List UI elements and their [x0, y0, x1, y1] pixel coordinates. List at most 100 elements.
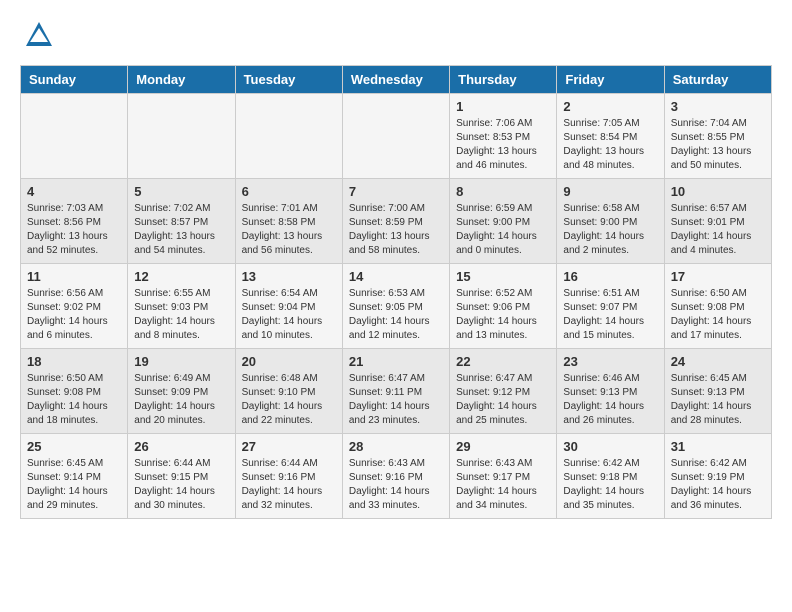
calendar-cell: 20 Sunrise: 6:48 AMSunset: 9:10 PMDayligh… — [235, 349, 342, 434]
calendar-cell: 30 Sunrise: 6:42 AMSunset: 9:18 PMDayligh… — [557, 434, 664, 519]
day-number: 27 — [242, 439, 336, 454]
day-details: Sunrise: 6:42 AMSunset: 9:18 PMDaylight:… — [563, 457, 657, 513]
day-number: 14 — [349, 269, 443, 284]
calendar-cell: 21 Sunrise: 6:47 AMSunset: 9:11 PMDayligh… — [342, 349, 449, 434]
calendar-cell: 13Sunrise: 6:54 AMSunset: 9:04 PMDayligh… — [235, 264, 342, 349]
calendar-cell — [128, 94, 235, 179]
day-details: Sunrise: 6:43 AMSunset: 9:17 PMDaylight:… — [456, 457, 550, 513]
day-details: Sunrise: 6:54 AMSunset: 9:04 PMDaylight:… — [242, 287, 336, 343]
day-details: Sunrise: 6:50 AMSunset: 9:08 PMDaylight:… — [27, 372, 121, 428]
day-details: Sunrise: 6:51 AMSunset: 9:07 PMDaylight:… — [563, 287, 657, 343]
calendar-cell: 19 Sunrise: 6:49 AMSunset: 9:09 PMDayligh… — [128, 349, 235, 434]
day-number: 2 — [563, 99, 657, 114]
logo — [20, 20, 54, 55]
day-details: Sunrise: 6:52 AMSunset: 9:06 PMDaylight:… — [456, 287, 550, 343]
day-details: Sunrise: 6:46 AMSunset: 9:13 PMDaylight:… — [563, 372, 657, 428]
day-number: 11 — [27, 269, 121, 284]
calendar-cell: 15 Sunrise: 6:52 AMSunset: 9:06 PMDayligh… — [450, 264, 557, 349]
calendar-cell: 29 Sunrise: 6:43 AMSunset: 9:17 PMDayligh… — [450, 434, 557, 519]
calendar-cell: 8 Sunrise: 6:59 AMSunset: 9:00 PMDaylight… — [450, 179, 557, 264]
calendar-cell: 22 Sunrise: 6:47 AMSunset: 9:12 PMDayligh… — [450, 349, 557, 434]
day-number: 21 — [349, 354, 443, 369]
day-details: Sunrise: 6:43 AMSunset: 9:16 PMDaylight:… — [349, 457, 443, 513]
day-number: 17 — [671, 269, 765, 284]
day-number: 9 — [563, 184, 657, 199]
day-number: 19 — [134, 354, 228, 369]
day-details: Sunrise: 6:59 AMSunset: 9:00 PMDaylight:… — [456, 202, 550, 258]
calendar-cell: 17 Sunrise: 6:50 AMSunset: 9:08 PMDayligh… — [664, 264, 771, 349]
day-number: 16 — [563, 269, 657, 284]
day-number: 31 — [671, 439, 765, 454]
day-details: Sunrise: 6:45 AMSunset: 9:13 PMDaylight:… — [671, 372, 765, 428]
day-number: 18 — [27, 354, 121, 369]
day-details: Sunrise: 7:00 AMSunset: 8:59 PMDaylight:… — [349, 202, 443, 258]
calendar-cell: 2 Sunrise: 7:05 AMSunset: 8:54 PMDaylight… — [557, 94, 664, 179]
day-number: 15 — [456, 269, 550, 284]
calendar-cell: 28 Sunrise: 6:43 AMSunset: 9:16 PMDayligh… — [342, 434, 449, 519]
day-details: Sunrise: 6:42 AMSunset: 9:19 PMDaylight:… — [671, 457, 765, 513]
day-details: Sunrise: 6:56 AMSunset: 9:02 PMDaylight:… — [27, 287, 121, 343]
calendar-cell: 4Sunrise: 7:03 AMSunset: 8:56 PMDaylight… — [21, 179, 128, 264]
calendar-cell: 25 Sunrise: 6:45 AMSunset: 9:14 PMDayligh… — [21, 434, 128, 519]
day-number: 3 — [671, 99, 765, 114]
day-of-week-header: Sunday — [21, 66, 128, 94]
logo-icon — [24, 20, 54, 50]
day-number: 8 — [456, 184, 550, 199]
day-number: 26 — [134, 439, 228, 454]
day-details: Sunrise: 7:05 AMSunset: 8:54 PMDaylight:… — [563, 117, 657, 173]
day-number: 24 — [671, 354, 765, 369]
day-details: Sunrise: 7:04 AMSunset: 8:55 PMDaylight:… — [671, 117, 765, 173]
calendar-cell: 1 Sunrise: 7:06 AMSunset: 8:53 PMDaylight… — [450, 94, 557, 179]
calendar-cell — [342, 94, 449, 179]
calendar-table: SundayMondayTuesdayWednesdayThursdayFrid… — [20, 65, 772, 519]
day-details: Sunrise: 6:44 AMSunset: 9:15 PMDaylight:… — [134, 457, 228, 513]
day-details: Sunrise: 6:47 AMSunset: 9:11 PMDaylight:… — [349, 372, 443, 428]
calendar-cell: 31 Sunrise: 6:42 AMSunset: 9:19 PMDayligh… — [664, 434, 771, 519]
day-number: 6 — [242, 184, 336, 199]
day-details: Sunrise: 6:50 AMSunset: 9:08 PMDaylight:… — [671, 287, 765, 343]
calendar-cell: 16 Sunrise: 6:51 AMSunset: 9:07 PMDayligh… — [557, 264, 664, 349]
calendar-cell: 23 Sunrise: 6:46 AMSunset: 9:13 PMDayligh… — [557, 349, 664, 434]
calendar-cell: 6 Sunrise: 7:01 AMSunset: 8:58 PMDaylight… — [235, 179, 342, 264]
day-number: 23 — [563, 354, 657, 369]
day-of-week-header: Saturday — [664, 66, 771, 94]
calendar-cell: 3 Sunrise: 7:04 AMSunset: 8:55 PMDaylight… — [664, 94, 771, 179]
calendar-cell: 11 Sunrise: 6:56 AMSunset: 9:02 PMDayligh… — [21, 264, 128, 349]
day-details: Sunrise: 6:53 AMSunset: 9:05 PMDaylight:… — [349, 287, 443, 343]
day-details: Sunrise: 6:55 AMSunset: 9:03 PMDaylight:… — [134, 287, 228, 343]
day-details: Sunrise: 6:57 AMSunset: 9:01 PMDaylight:… — [671, 202, 765, 258]
calendar-cell: 5Sunrise: 7:02 AMSunset: 8:57 PMDaylight… — [128, 179, 235, 264]
day-number: 30 — [563, 439, 657, 454]
day-number: 1 — [456, 99, 550, 114]
calendar-cell — [235, 94, 342, 179]
day-of-week-header: Tuesday — [235, 66, 342, 94]
day-number: 4 — [27, 184, 121, 199]
calendar-cell: 9Sunrise: 6:58 AMSunset: 9:00 PMDaylight… — [557, 179, 664, 264]
day-of-week-header: Monday — [128, 66, 235, 94]
day-number: 12 — [134, 269, 228, 284]
day-details: Sunrise: 7:02 AMSunset: 8:57 PMDaylight:… — [134, 202, 228, 258]
day-details: Sunrise: 7:01 AMSunset: 8:58 PMDaylight:… — [242, 202, 336, 258]
day-details: Sunrise: 6:45 AMSunset: 9:14 PMDaylight:… — [27, 457, 121, 513]
day-of-week-header: Friday — [557, 66, 664, 94]
day-details: Sunrise: 7:06 AMSunset: 8:53 PMDaylight:… — [456, 117, 550, 173]
calendar-cell: 24 Sunrise: 6:45 AMSunset: 9:13 PMDayligh… — [664, 349, 771, 434]
day-details: Sunrise: 6:48 AMSunset: 9:10 PMDaylight:… — [242, 372, 336, 428]
calendar-cell — [21, 94, 128, 179]
calendar-cell: 14 Sunrise: 6:53 AMSunset: 9:05 PMDayligh… — [342, 264, 449, 349]
day-number: 10 — [671, 184, 765, 199]
day-number: 25 — [27, 439, 121, 454]
day-details: Sunrise: 6:44 AMSunset: 9:16 PMDaylight:… — [242, 457, 336, 513]
day-number: 7 — [349, 184, 443, 199]
day-number: 29 — [456, 439, 550, 454]
calendar-cell: 18 Sunrise: 6:50 AMSunset: 9:08 PMDayligh… — [21, 349, 128, 434]
day-of-week-header: Wednesday — [342, 66, 449, 94]
calendar-cell: 10 Sunrise: 6:57 AMSunset: 9:01 PMDayligh… — [664, 179, 771, 264]
page-header — [20, 20, 772, 55]
day-details: Sunrise: 6:49 AMSunset: 9:09 PMDaylight:… — [134, 372, 228, 428]
day-number: 20 — [242, 354, 336, 369]
calendar-cell: 27 Sunrise: 6:44 AMSunset: 9:16 PMDayligh… — [235, 434, 342, 519]
day-details: Sunrise: 6:47 AMSunset: 9:12 PMDaylight:… — [456, 372, 550, 428]
day-number: 22 — [456, 354, 550, 369]
day-number: 28 — [349, 439, 443, 454]
